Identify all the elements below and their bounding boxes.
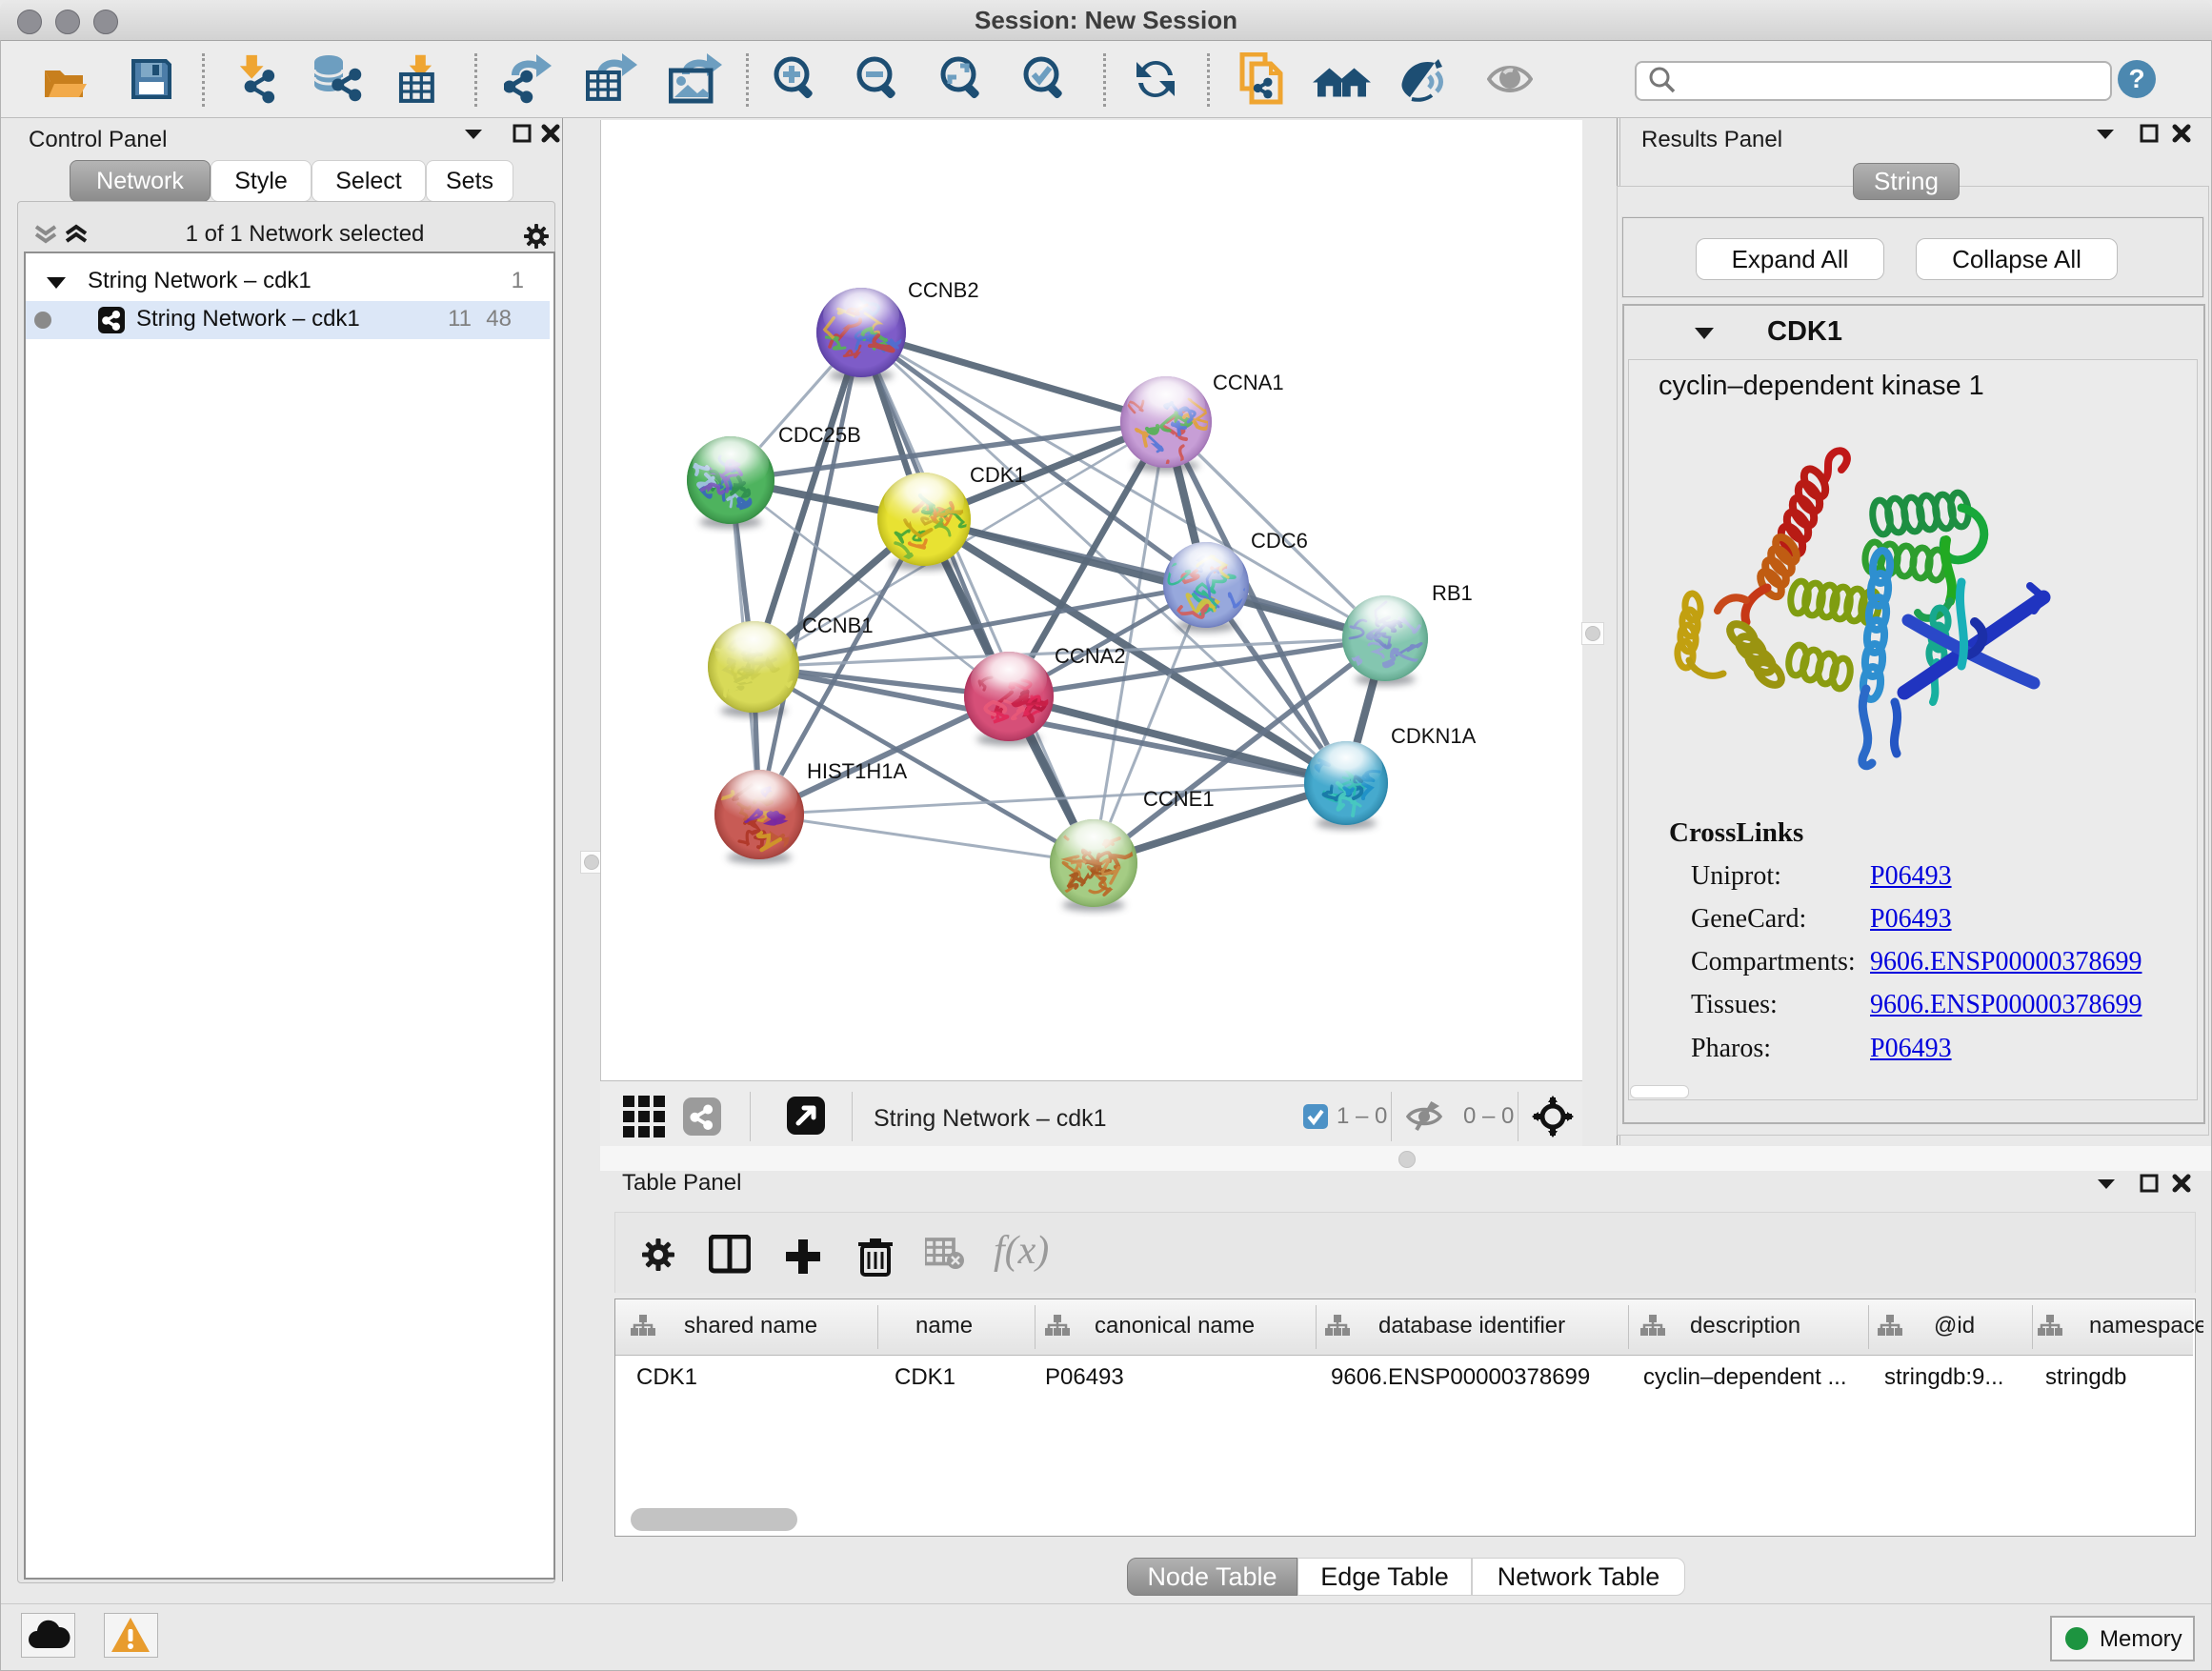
svg-text:CCNA2: CCNA2 — [1055, 644, 1126, 668]
svg-text:CDK1: CDK1 — [970, 463, 1026, 487]
svg-text:HIST1H1A: HIST1H1A — [807, 759, 907, 783]
svg-text:CDC6: CDC6 — [1251, 529, 1308, 553]
svg-text:CCNB2: CCNB2 — [908, 278, 979, 302]
svg-text:CDC25B: CDC25B — [778, 423, 861, 447]
svg-text:RB1: RB1 — [1432, 581, 1473, 605]
svg-text:CDKN1A: CDKN1A — [1391, 724, 1477, 748]
svg-text:CCNA1: CCNA1 — [1213, 371, 1284, 394]
svg-text:CCNE1: CCNE1 — [1143, 787, 1215, 811]
svg-text:?: ? — [2128, 64, 2144, 93]
svg-text:CCNB1: CCNB1 — [802, 614, 874, 637]
